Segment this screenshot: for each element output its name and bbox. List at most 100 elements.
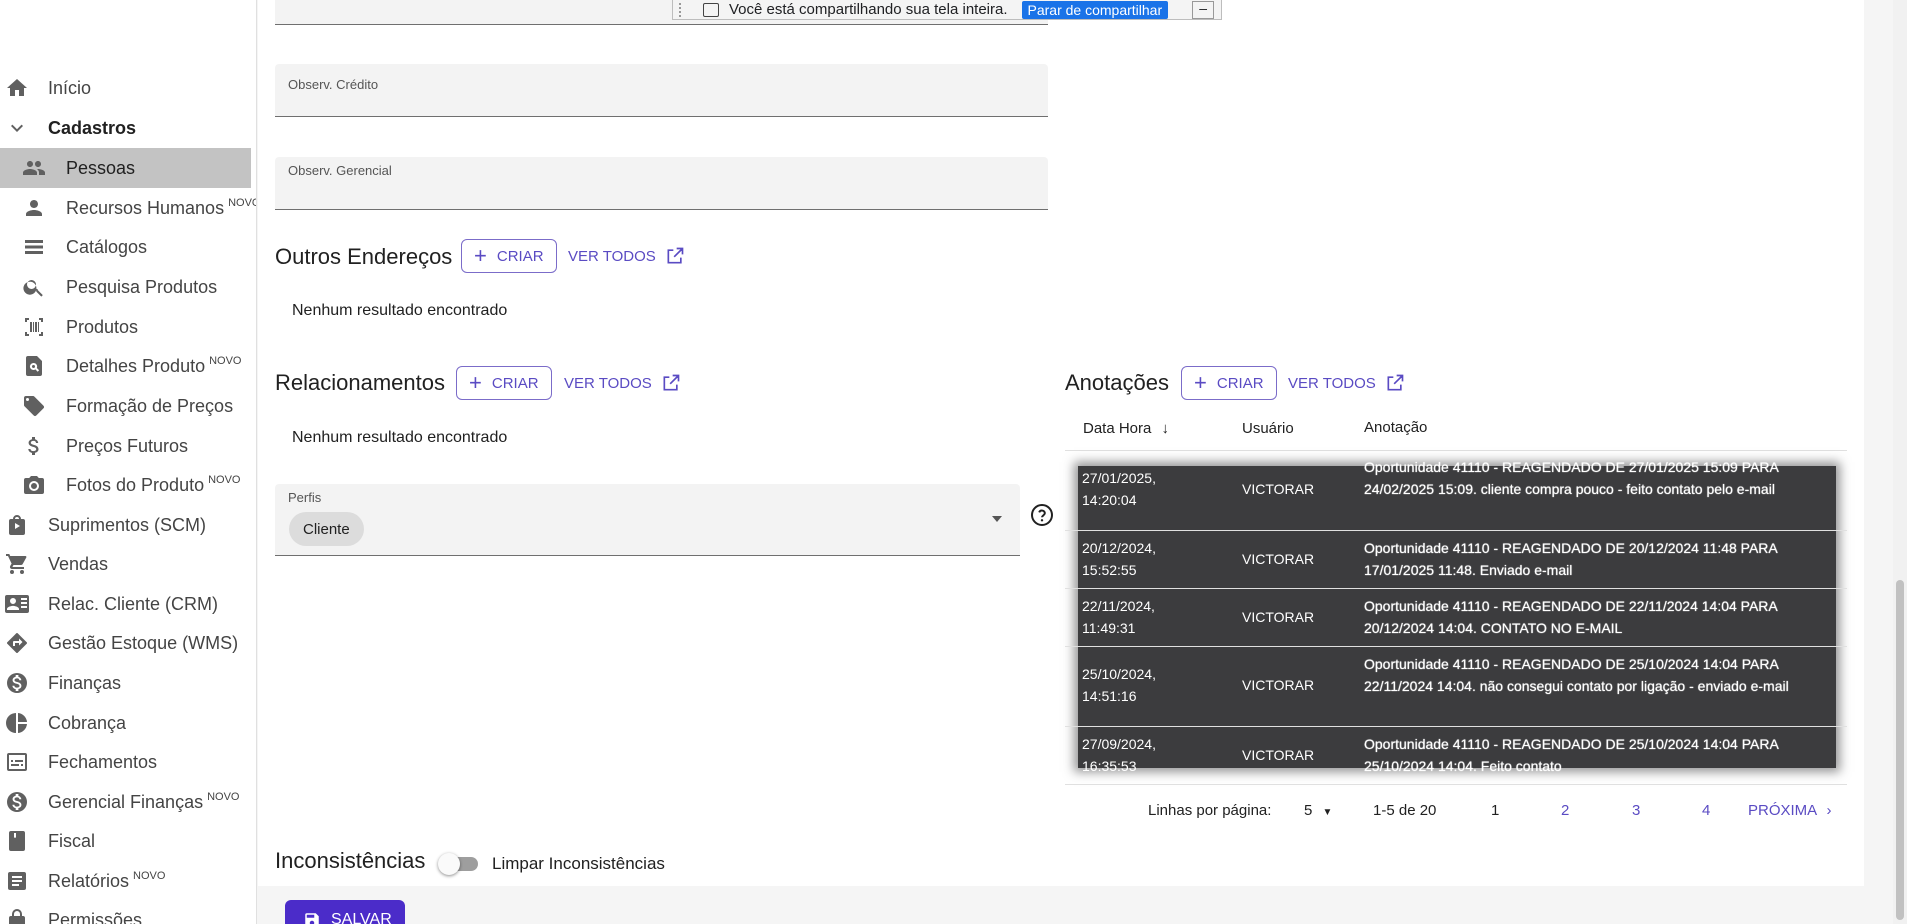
sidebar-item-fotos-produto[interactable]: Fotos do Produto NOVO — [0, 465, 251, 505]
sidebar-item-label: Produtos — [66, 316, 139, 337]
outros-enderecos-title: Outros Endereços — [275, 244, 453, 269]
save-icon — [305, 913, 319, 924]
drag-handle-icon[interactable] — [679, 2, 685, 17]
table-row[interactable]: 25/10/2024, 14:51:16 VICTORAR Oportunida… — [1065, 647, 1847, 727]
view-all-label: VER TODOS — [564, 374, 652, 392]
column-header-data-hora[interactable]: Data Hora ↓ — [1083, 420, 1169, 437]
new-badge: NOVO — [228, 197, 256, 209]
sidebar-item-label: Fechamentos — [48, 751, 158, 772]
table-row[interactable]: 27/09/2024, 16:35:53 VICTORAR Oportunida… — [1065, 727, 1847, 785]
page-scrollbar[interactable] — [1893, 0, 1907, 924]
page-3-button[interactable]: 3 — [1632, 802, 1640, 819]
pagination-range: 1-5 de 20 — [1373, 802, 1437, 819]
relacionamentos-view-all-button[interactable]: VER TODOS — [564, 366, 681, 400]
outros-enderecos-view-all-button[interactable]: VER TODOS — [568, 239, 685, 273]
save-button[interactable]: SALVAR — [285, 900, 405, 924]
screen-share-icon — [703, 2, 719, 17]
book-icon — [4, 828, 30, 854]
sidebar-item-permissoes[interactable]: Permissões — [0, 900, 251, 924]
sidebar-item-cobranca[interactable]: Cobrança — [0, 703, 251, 743]
toggle-knob[interactable] — [438, 853, 460, 875]
dollar-icon — [21, 433, 47, 459]
chevron-right-icon: › — [1826, 802, 1832, 819]
new-badge: NOVO — [207, 791, 240, 803]
perfis-chip-cliente[interactable]: Cliente — [289, 512, 364, 546]
dropdown-arrow-icon[interactable] — [990, 514, 1004, 524]
lock-icon — [4, 907, 30, 924]
sidebar-item-fiscal[interactable]: Fiscal — [0, 821, 251, 861]
sidebar-item-pesquisa-produtos[interactable]: Pesquisa Produtos — [0, 267, 251, 307]
sidebar-item-label: Pessoas — [66, 157, 136, 178]
sidebar-item-detalhes-produto[interactable]: Detalhes Produto NOVO — [0, 346, 251, 386]
new-badge: NOVO — [209, 355, 242, 367]
sidebar-item-label: Fiscal — [48, 830, 96, 851]
sidebar-item-recursos-humanos[interactable]: Recursos HumanosNOVO — [0, 188, 256, 228]
rows-per-page-select[interactable]: 5 ▼ — [1304, 802, 1332, 819]
table-row[interactable]: 27/01/2025, 14:20:04 VICTORAR Oportunida… — [1065, 451, 1847, 531]
sidebar-item-vendas[interactable]: Vendas — [0, 544, 251, 584]
rows-per-page-label: Linhas por página: — [1148, 802, 1272, 819]
search-icon — [21, 274, 47, 300]
obs-gerencial-field[interactable]: Observ. Gerencial — [275, 157, 1048, 210]
sidebar-item-gerencial-financas[interactable]: Gerencial Finanças NOVO — [0, 782, 251, 822]
sidebar-item-label: Preços Futuros — [66, 435, 189, 456]
sidebar-item-produtos[interactable]: Produtos — [0, 307, 251, 347]
anotacoes-view-all-button[interactable]: VER TODOS — [1288, 366, 1405, 400]
sidebar-item-label: Finanças — [48, 672, 122, 693]
help-icon[interactable] — [1030, 503, 1054, 527]
bag-icon — [4, 512, 30, 538]
barcode-icon — [21, 314, 47, 340]
obs-credito-field[interactable]: Observ. Crédito — [275, 64, 1048, 117]
sidebar-item-label: Catálogos — [66, 236, 148, 257]
tag-icon — [21, 393, 47, 419]
plus-icon: + — [474, 243, 487, 268]
sidebar-item-financas[interactable]: Finanças — [0, 663, 251, 703]
perfis-select[interactable]: Perfis — [275, 484, 1020, 556]
minimize-button[interactable]: – — [1192, 0, 1215, 19]
limpar-inconsistencias-label: Limpar Inconsistências — [492, 854, 665, 873]
sidebar-item-crm[interactable]: Relac. Cliente (CRM) — [0, 584, 251, 624]
sidebar-item-catalogos[interactable]: Catálogos — [0, 227, 251, 267]
create-label: CRIAR — [491, 374, 539, 392]
list-icon — [21, 234, 47, 260]
sidebar-item-pessoas[interactable]: Pessoas — [0, 148, 251, 188]
anotacoes-title: Anotações — [1065, 370, 1169, 395]
sidebar-item-wms[interactable]: Gestão Estoque (WMS) — [0, 623, 251, 663]
page-4-button[interactable]: 4 — [1702, 802, 1710, 819]
sidebar-item-suprimentos[interactable]: Suprimentos (SCM) — [0, 505, 251, 545]
inconsistencias-title: Inconsistências — [275, 848, 426, 873]
sidebar-item-inicio[interactable]: Início — [0, 68, 251, 108]
column-header-anotacao[interactable]: Anotação — [1364, 419, 1427, 436]
money-icon — [4, 789, 30, 815]
relacionamentos-empty: Nenhum resultado encontrado — [292, 429, 508, 446]
outros-enderecos-create-button[interactable]: + CRIAR — [461, 239, 557, 273]
screen-share-bar: Você está compartilhando sua tela inteir… — [672, 0, 1222, 20]
table-row[interactable]: 20/12/2024, 15:52:55 VICTORAR Oportunida… — [1065, 531, 1847, 589]
table-row[interactable]: 22/11/2024, 11:49:31 VICTORAR Oportunida… — [1065, 589, 1847, 647]
sidebar-item-label: Fotos do Produto — [66, 475, 205, 495]
contact-card-icon — [4, 591, 30, 617]
page-1-button[interactable]: 1 — [1491, 802, 1499, 819]
new-badge: NOVO — [133, 870, 166, 882]
pie-chart-icon — [4, 710, 30, 736]
anotacoes-create-button[interactable]: + CRIAR — [1181, 366, 1277, 400]
sidebar-item-precos-futuros[interactable]: Preços Futuros — [0, 426, 251, 466]
cart-icon — [4, 551, 30, 577]
sidebar-item-label: Suprimentos (SCM) — [48, 514, 207, 535]
report-icon — [4, 868, 30, 894]
stop-sharing-button[interactable]: Parar de compartilhar — [1021, 0, 1169, 19]
sidebar-item-cadastros[interactable]: Cadastros — [0, 108, 251, 148]
sidebar-item-relatorios[interactable]: Relatórios NOVO — [0, 861, 251, 901]
scrollbar-thumb[interactable] — [1896, 580, 1904, 920]
next-page-button[interactable]: PRÓXIMA › — [1748, 802, 1832, 819]
sidebar-item-formacao-precos[interactable]: Formação de Preços — [0, 386, 251, 426]
sidebar-item-label: Recursos Humanos — [66, 198, 225, 218]
column-header-usuario[interactable]: Usuário — [1242, 420, 1294, 437]
person-icon — [21, 195, 47, 221]
sidebar-item-label: Relac. Cliente (CRM) — [48, 593, 219, 614]
home-icon — [4, 75, 30, 101]
relacionamentos-create-button[interactable]: + CRIAR — [456, 366, 552, 400]
sort-arrow-down-icon: ↓ — [1161, 420, 1170, 437]
sidebar-item-fechamentos[interactable]: Fechamentos — [0, 742, 251, 782]
page-2-button[interactable]: 2 — [1561, 802, 1569, 819]
